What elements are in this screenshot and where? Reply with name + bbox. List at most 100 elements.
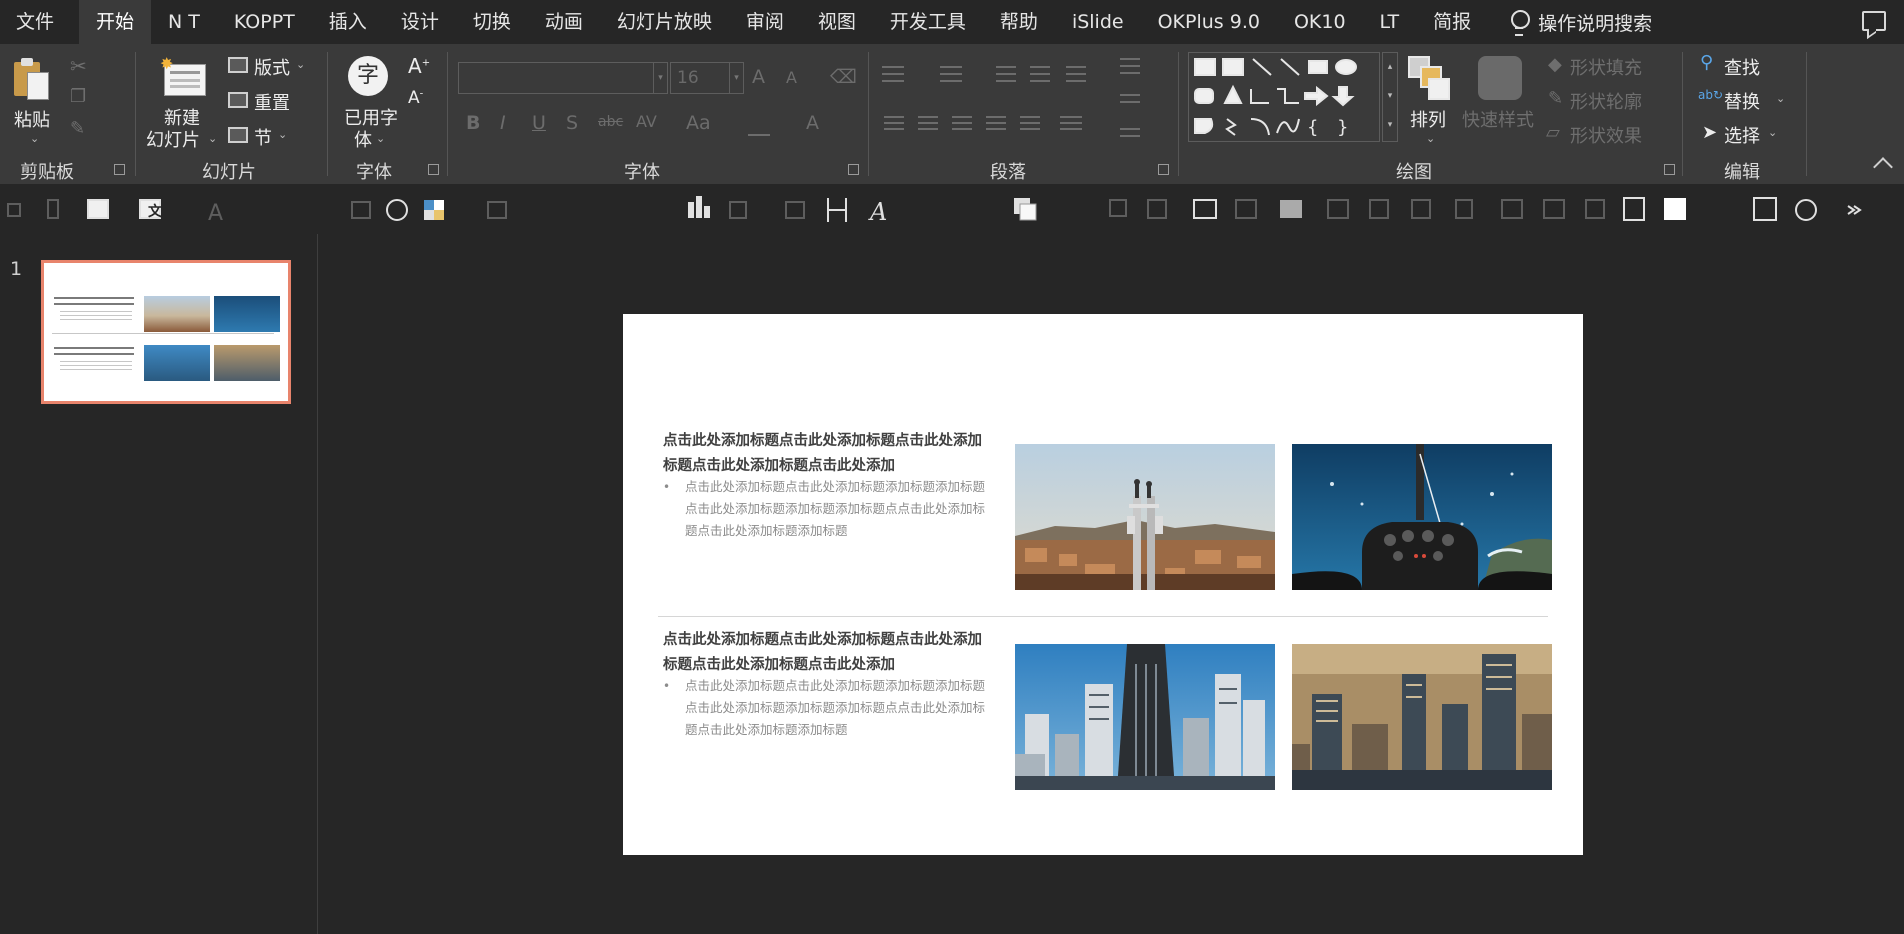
shape-effects-button[interactable]: 形状效果 xyxy=(1570,122,1642,148)
shape-fill-button[interactable]: 形状填充 xyxy=(1570,54,1642,80)
photo-city-aerial[interactable] xyxy=(1292,644,1552,790)
tab-developer[interactable]: 开发工具 xyxy=(873,0,983,44)
group-label-slides: 幻灯片 xyxy=(202,162,256,183)
tell-me-search[interactable]: 操作说明搜索 xyxy=(1488,9,1652,36)
tab-insert[interactable]: 插入 xyxy=(312,0,384,44)
strikethrough-icon[interactable]: abc xyxy=(598,114,623,130)
reset-icon xyxy=(228,92,248,108)
comments-icon[interactable] xyxy=(1862,11,1886,31)
section-2-bullet[interactable]: • 点击此处添加标题点击此处添加标题添加标题添加标题点击此处添加标题添加标题添加… xyxy=(663,675,993,741)
distributed-icon[interactable] xyxy=(1020,116,1040,118)
section-dropdown-icon[interactable]: ⌄ xyxy=(278,128,287,141)
photo-city-tower[interactable] xyxy=(1015,444,1275,590)
slide-thumbnail-1[interactable] xyxy=(41,260,291,404)
tab-briefing[interactable]: 简报 xyxy=(1416,0,1488,44)
select-dropdown-icon[interactable]: ⌄ xyxy=(1768,126,1777,139)
shape-gallery[interactable]: { } xyxy=(1188,52,1380,142)
layout-button[interactable]: 版式 xyxy=(254,54,290,80)
copy-icon[interactable]: ❐ xyxy=(70,86,86,107)
paste-icon[interactable] xyxy=(14,58,50,102)
photo-skyscrapers-blue[interactable] xyxy=(1015,644,1275,790)
tab-animations[interactable]: 动画 xyxy=(528,0,600,44)
clear-formatting-icon[interactable]: ⌫ xyxy=(830,66,857,88)
used-font-button-line2[interactable]: 体 xyxy=(354,126,372,152)
section-1-bullet[interactable]: • 点击此处添加标题点击此处添加标题添加标题添加标题点击此处添加标题添加标题添加… xyxy=(663,476,993,542)
section-button[interactable]: 节 xyxy=(254,124,272,150)
new-slide-button-line2[interactable]: 幻灯片 xyxy=(146,126,200,152)
bold-icon[interactable]: B xyxy=(466,112,480,134)
smartart-convert-icon[interactable] xyxy=(1120,128,1140,130)
highlight-color-icon[interactable] xyxy=(748,134,770,136)
arrange-icon[interactable] xyxy=(1408,56,1450,100)
tab-slideshow[interactable]: 幻灯片放映 xyxy=(600,0,729,44)
tab-lt[interactable]: LT xyxy=(1363,0,1417,44)
menu-file[interactable]: 文件 xyxy=(0,0,79,44)
bullets-icon[interactable] xyxy=(882,66,904,68)
slide-canvas[interactable]: 点击此处添加标题点击此处添加标题点击此处添加标题点击此处添加标题点击此处添加 •… xyxy=(623,314,1583,855)
arrange-button[interactable]: 排列 xyxy=(1410,106,1446,132)
paragraph-launcher-icon[interactable] xyxy=(1158,164,1169,175)
tab-design[interactable]: 设计 xyxy=(384,0,456,44)
select-button[interactable]: 选择 xyxy=(1724,122,1760,148)
decrease-indent-icon[interactable] xyxy=(996,66,1016,68)
replace-dropdown-icon[interactable]: ⌄ xyxy=(1776,92,1785,105)
tab-view[interactable]: 视图 xyxy=(801,0,873,44)
shape-outline-button[interactable]: 形状轮廓 xyxy=(1570,88,1642,114)
format-painter-icon[interactable]: ✎ xyxy=(70,118,85,139)
used-font-icon[interactable]: 字 xyxy=(348,56,388,96)
paste-button[interactable]: 粘贴 xyxy=(14,106,50,132)
section-1-title[interactable]: 点击此处添加标题点击此处添加标题点击此处添加标题点击此处添加标题点击此处添加 xyxy=(663,429,983,479)
quick-styles-button[interactable]: 快速样式 xyxy=(1462,106,1534,132)
cut-icon[interactable]: ✂ xyxy=(70,54,87,78)
tab-ok10[interactable]: OK10 xyxy=(1277,0,1363,44)
columns-icon[interactable] xyxy=(1060,116,1082,118)
tab-islide[interactable]: iSlide xyxy=(1055,0,1141,44)
clipboard-launcher-icon[interactable] xyxy=(114,164,125,175)
font-name-input[interactable]: ▾ xyxy=(458,62,668,94)
decrease-font-icon[interactable]: A- xyxy=(408,88,423,108)
increase-font-icon[interactable]: A+ xyxy=(408,54,430,78)
new-slide-dropdown-icon[interactable]: ⌄ xyxy=(208,132,217,145)
shrink-font-icon[interactable]: A xyxy=(786,68,797,87)
character-spacing-icon[interactable]: AV xyxy=(636,112,657,131)
shape-gallery-scroll[interactable]: ▴ ▾ ▾ xyxy=(1382,52,1398,142)
photo-helicopter-cockpit[interactable] xyxy=(1292,444,1552,590)
align-left-icon[interactable] xyxy=(884,116,904,118)
replace-button[interactable]: 替换 xyxy=(1724,88,1760,114)
used-font-launcher-icon[interactable] xyxy=(428,164,439,175)
new-slide-icon[interactable]: ✸ xyxy=(160,56,208,98)
used-font-dropdown-icon[interactable]: ⌄ xyxy=(376,132,385,145)
shadow-icon[interactable]: S xyxy=(566,112,578,134)
paste-dropdown-icon[interactable]: ⌄ xyxy=(30,132,39,145)
line-spacing-icon[interactable] xyxy=(1066,66,1086,68)
italic-icon[interactable]: I xyxy=(500,112,506,134)
reset-button[interactable]: 重置 xyxy=(254,89,290,115)
drawing-launcher-icon[interactable] xyxy=(1664,164,1675,175)
arrange-dropdown-icon[interactable]: ⌄ xyxy=(1426,132,1435,145)
quick-styles-icon[interactable] xyxy=(1478,56,1522,100)
font-launcher-icon[interactable] xyxy=(848,164,859,175)
justify-icon[interactable] xyxy=(986,116,1006,118)
collapse-ribbon-icon[interactable] xyxy=(1873,157,1893,177)
font-size-input[interactable]: 16 ▾ xyxy=(670,62,744,94)
increase-indent-icon[interactable] xyxy=(1030,66,1050,68)
align-text-icon[interactable] xyxy=(1120,94,1140,96)
align-center-icon[interactable] xyxy=(918,116,938,118)
tab-nt[interactable]: N T xyxy=(151,0,217,44)
tab-koppt[interactable]: KOPPT xyxy=(217,0,312,44)
layout-dropdown-icon[interactable]: ⌄ xyxy=(296,58,305,71)
tab-transitions[interactable]: 切换 xyxy=(456,0,528,44)
numbering-icon[interactable] xyxy=(940,66,962,68)
tab-help[interactable]: 帮助 xyxy=(983,0,1055,44)
change-case-icon[interactable]: Aa xyxy=(686,112,711,134)
grow-font-icon[interactable]: A xyxy=(752,66,765,88)
font-color-icon[interactable]: A xyxy=(806,112,819,134)
section-2-title[interactable]: 点击此处添加标题点击此处添加标题点击此处添加标题点击此处添加标题点击此处添加 xyxy=(663,628,983,678)
tab-home[interactable]: 开始 xyxy=(79,0,152,44)
align-right-icon[interactable] xyxy=(952,116,972,118)
tab-review[interactable]: 审阅 xyxy=(729,0,801,44)
find-button[interactable]: 查找 xyxy=(1724,54,1760,80)
text-direction-icon[interactable] xyxy=(1120,58,1140,60)
underline-icon[interactable]: U xyxy=(532,112,546,134)
tab-okplus[interactable]: OKPlus 9.0 xyxy=(1141,0,1277,44)
